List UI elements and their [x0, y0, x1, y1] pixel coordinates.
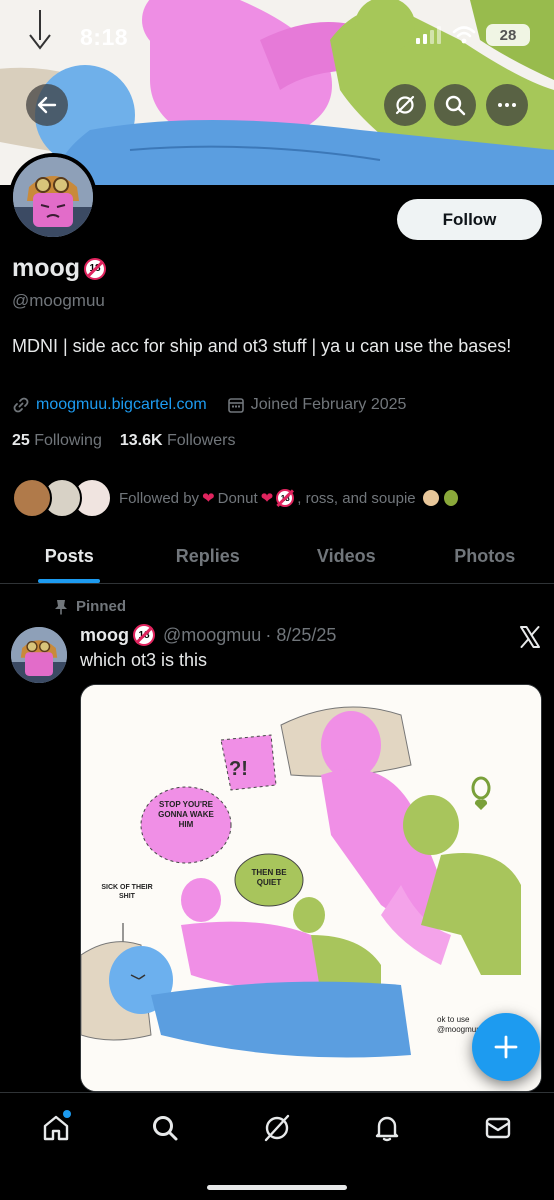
- followed-by-name1: Donut: [217, 489, 258, 507]
- tab-videos[interactable]: Videos: [277, 530, 416, 583]
- profile-tabs: Posts Replies Videos Photos: [0, 530, 554, 584]
- profile-avatar[interactable]: [9, 153, 97, 241]
- arrow-left-icon: [37, 96, 57, 114]
- nav-search[interactable]: [148, 1111, 182, 1145]
- wifi-icon: [452, 26, 476, 44]
- grok-icon: [395, 95, 415, 115]
- pinned-indicator: Pinned: [54, 598, 126, 615]
- back-button[interactable]: [26, 84, 68, 126]
- messages-icon: [485, 1117, 511, 1139]
- comic-illustration: ?! STOP YOU'RE GONNA WAKE HIM THEN BE QU…: [81, 685, 541, 1091]
- olive-emoji-icon: [443, 490, 458, 506]
- post-author-avatar[interactable]: [11, 627, 67, 683]
- heart-icon: ❤: [260, 490, 274, 507]
- nav-messages[interactable]: [481, 1111, 515, 1145]
- profile-meta: moogmuu.bigcartel.com Joined February 20…: [12, 396, 406, 414]
- followed-by-prefix: Followed by: [119, 489, 200, 507]
- more-horizontal-icon: [498, 103, 516, 107]
- grok-button[interactable]: [384, 84, 426, 126]
- followed-by-text: Followed by ❤ Donut ❤ 18 , ross, and sou…: [119, 489, 458, 507]
- post-text: which ot3 is this: [80, 650, 208, 670]
- joined-date: Joined February 2025: [250, 396, 407, 413]
- dumpling-emoji-icon: [422, 490, 439, 506]
- bubble-1-text: STOP YOU'RE GONNA WAKE HIM: [158, 800, 214, 829]
- bubble-3-text: ?!: [229, 758, 248, 780]
- post-author-handle: @moogmuu: [163, 624, 262, 645]
- search-profile-button[interactable]: [434, 84, 476, 126]
- followers-link[interactable]: 13.6K Followers: [120, 432, 236, 450]
- no-under-18-icon: 18: [133, 624, 155, 646]
- followed-by-row[interactable]: Followed by ❤ Donut ❤ 18 , ross, and sou…: [12, 478, 458, 518]
- avatar-image: [11, 627, 67, 683]
- nav-home[interactable]: [39, 1110, 73, 1145]
- avatar-image: [13, 157, 93, 237]
- profile-handle: @moogmuu: [12, 291, 105, 310]
- note-text: SICK OF THEIR SHIT: [101, 884, 153, 900]
- profile-banner[interactable]: 8:18 28: [0, 0, 554, 185]
- profile-stats: 25 Following 13.6K Followers: [12, 432, 235, 450]
- grok-icon: [264, 1114, 290, 1142]
- home-indicator[interactable]: [207, 1185, 347, 1190]
- home-notification-dot: [63, 1110, 71, 1118]
- x-logo-icon[interactable]: [518, 625, 542, 649]
- nav-notifications[interactable]: [370, 1111, 404, 1145]
- following-count: 25: [12, 432, 30, 449]
- post-media-image[interactable]: ?! STOP YOU'RE GONNA WAKE HIM THEN BE QU…: [80, 684, 542, 1092]
- link-icon: [13, 397, 29, 413]
- followed-by-rest: , ross, and soupie: [297, 489, 416, 507]
- following-label: Following: [34, 432, 102, 449]
- cellular-signal-icon: [416, 26, 441, 44]
- website-link[interactable]: moogmuu.bigcartel.com: [36, 396, 207, 414]
- followers-count: 13.6K: [119, 432, 163, 449]
- profile-bio: MDNI | side acc for ship and ot3 stuff |…: [12, 336, 512, 356]
- followed-by-avatars: [12, 478, 112, 518]
- more-button[interactable]: [486, 84, 528, 126]
- profile-name-row: moog 18: [12, 254, 107, 283]
- compose-button[interactable]: [472, 1013, 540, 1081]
- battery-indicator: 28: [486, 24, 530, 46]
- status-time: 8:18: [80, 24, 129, 50]
- post-header: moog 18 @moogmuu · 8/25/25: [80, 624, 336, 646]
- pin-icon: [55, 599, 67, 614]
- heart-icon: ❤: [202, 490, 215, 507]
- follow-button[interactable]: Follow: [397, 199, 542, 240]
- nav-grok[interactable]: [260, 1111, 294, 1145]
- tab-photos[interactable]: Photos: [416, 530, 554, 583]
- calendar-icon: [227, 398, 244, 413]
- no-under-18-icon: 18: [84, 257, 107, 280]
- bottom-navigation: [0, 1092, 554, 1200]
- follower-avatar-1: [12, 478, 52, 518]
- status-bar: 8:18 28: [0, 0, 554, 70]
- notifications-icon: [375, 1116, 399, 1142]
- pinned-label: Pinned: [76, 598, 127, 615]
- post-author-name[interactable]: moog: [80, 625, 129, 646]
- tab-replies[interactable]: Replies: [139, 530, 278, 583]
- following-link[interactable]: 25 Following: [12, 432, 102, 450]
- tab-posts[interactable]: Posts: [0, 530, 139, 583]
- no-under-18-icon: 18: [276, 489, 295, 507]
- post-date: · 8/25/25: [265, 624, 337, 645]
- followers-label: Followers: [167, 432, 236, 449]
- search-icon: [153, 1116, 178, 1141]
- plus-icon: [494, 1035, 518, 1059]
- display-name: moog: [12, 254, 81, 282]
- bubble-2-text: THEN BE QUIET: [251, 868, 287, 887]
- search-icon: [445, 95, 466, 116]
